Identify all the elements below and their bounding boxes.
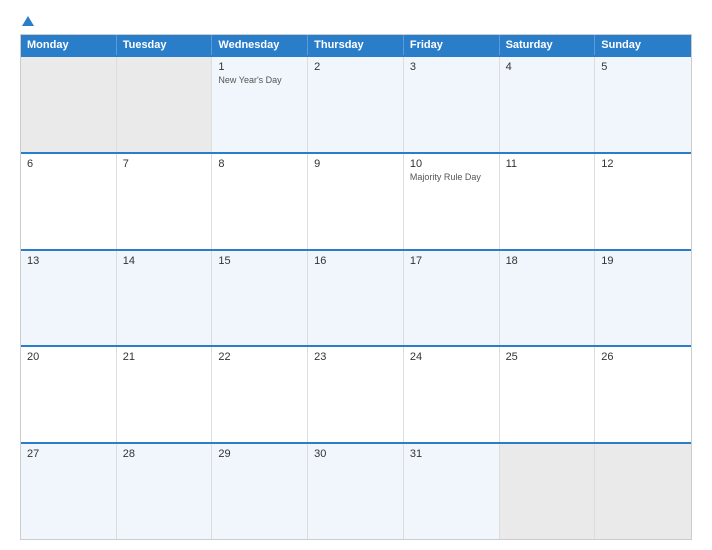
day-header-tuesday: Tuesday [117, 35, 213, 55]
day-number: 19 [601, 255, 685, 267]
day-event: Majority Rule Day [410, 172, 493, 182]
calendar-cell: 13 [21, 251, 117, 346]
calendar-cell: 8 [212, 154, 308, 249]
calendar: MondayTuesdayWednesdayThursdayFridaySatu… [20, 34, 692, 540]
day-number: 18 [506, 255, 589, 267]
calendar-cell: 29 [212, 444, 308, 539]
day-number: 12 [601, 158, 685, 170]
calendar-cell: 20 [21, 347, 117, 442]
day-number: 2 [314, 61, 397, 73]
day-number: 8 [218, 158, 301, 170]
day-number: 9 [314, 158, 397, 170]
logo-triangle-icon [22, 16, 34, 26]
day-number: 14 [123, 255, 206, 267]
day-number: 5 [601, 61, 685, 73]
day-number: 30 [314, 448, 397, 460]
calendar-cell: 12 [595, 154, 691, 249]
calendar-cell [500, 444, 596, 539]
calendar-cell [117, 57, 213, 152]
day-number: 23 [314, 351, 397, 363]
day-number: 3 [410, 61, 493, 73]
logo [20, 16, 34, 26]
day-number: 20 [27, 351, 110, 363]
calendar-header: MondayTuesdayWednesdayThursdayFridaySatu… [21, 35, 691, 55]
calendar-cell: 9 [308, 154, 404, 249]
calendar-cell: 2 [308, 57, 404, 152]
calendar-week-4: 20 21 22 23 24 25 26 [21, 345, 691, 442]
day-number: 13 [27, 255, 110, 267]
calendar-cell [595, 444, 691, 539]
day-number: 17 [410, 255, 493, 267]
day-number: 21 [123, 351, 206, 363]
calendar-cell: 5 [595, 57, 691, 152]
day-event: New Year's Day [218, 75, 301, 85]
calendar-cell: 30 [308, 444, 404, 539]
calendar-cell: 25 [500, 347, 596, 442]
calendar-cell: 6 [21, 154, 117, 249]
calendar-cell: 23 [308, 347, 404, 442]
day-header-wednesday: Wednesday [212, 35, 308, 55]
day-header-thursday: Thursday [308, 35, 404, 55]
calendar-cell: 24 [404, 347, 500, 442]
calendar-cell [21, 57, 117, 152]
day-number: 28 [123, 448, 206, 460]
calendar-body: 1New Year's Day2345678910Majority Rule D… [21, 55, 691, 539]
day-number: 16 [314, 255, 397, 267]
day-number: 11 [506, 158, 589, 170]
day-header-saturday: Saturday [500, 35, 596, 55]
page: MondayTuesdayWednesdayThursdayFridaySatu… [0, 0, 712, 550]
day-number: 26 [601, 351, 685, 363]
day-number: 4 [506, 61, 589, 73]
calendar-week-1: 1 New Year's Day 2 3 45 [21, 55, 691, 152]
calendar-cell: 1 New Year's Day [212, 57, 308, 152]
calendar-cell: 26 [595, 347, 691, 442]
header [20, 16, 692, 26]
calendar-cell: 21 [117, 347, 213, 442]
day-header-sunday: Sunday [595, 35, 691, 55]
calendar-cell: 22 [212, 347, 308, 442]
day-number: 10 [410, 158, 493, 170]
calendar-cell: 10 Majority Rule Day [404, 154, 500, 249]
calendar-cell: 19 [595, 251, 691, 346]
calendar-cell: 31 [404, 444, 500, 539]
calendar-week-3: 13 14 15 16 17 18 19 [21, 249, 691, 346]
day-number: 29 [218, 448, 301, 460]
day-number: 27 [27, 448, 110, 460]
calendar-cell: 4 [500, 57, 596, 152]
day-number: 7 [123, 158, 206, 170]
day-number: 1 [218, 61, 301, 73]
day-header-friday: Friday [404, 35, 500, 55]
calendar-cell: 3 [404, 57, 500, 152]
day-number: 22 [218, 351, 301, 363]
calendar-cell: 14 [117, 251, 213, 346]
day-header-monday: Monday [21, 35, 117, 55]
day-number: 31 [410, 448, 493, 460]
calendar-cell: 7 [117, 154, 213, 249]
day-number: 24 [410, 351, 493, 363]
calendar-cell: 28 [117, 444, 213, 539]
calendar-cell: 16 [308, 251, 404, 346]
day-number: 25 [506, 351, 589, 363]
calendar-cell: 27 [21, 444, 117, 539]
calendar-cell: 11 [500, 154, 596, 249]
calendar-week-5: 27 28 29 30 31 [21, 442, 691, 539]
day-number: 15 [218, 255, 301, 267]
calendar-cell: 18 [500, 251, 596, 346]
calendar-cell: 17 [404, 251, 500, 346]
day-number: 6 [27, 158, 110, 170]
calendar-week-2: 6 78 9 10 Majority Rule Day 11 12 [21, 152, 691, 249]
calendar-cell: 15 [212, 251, 308, 346]
